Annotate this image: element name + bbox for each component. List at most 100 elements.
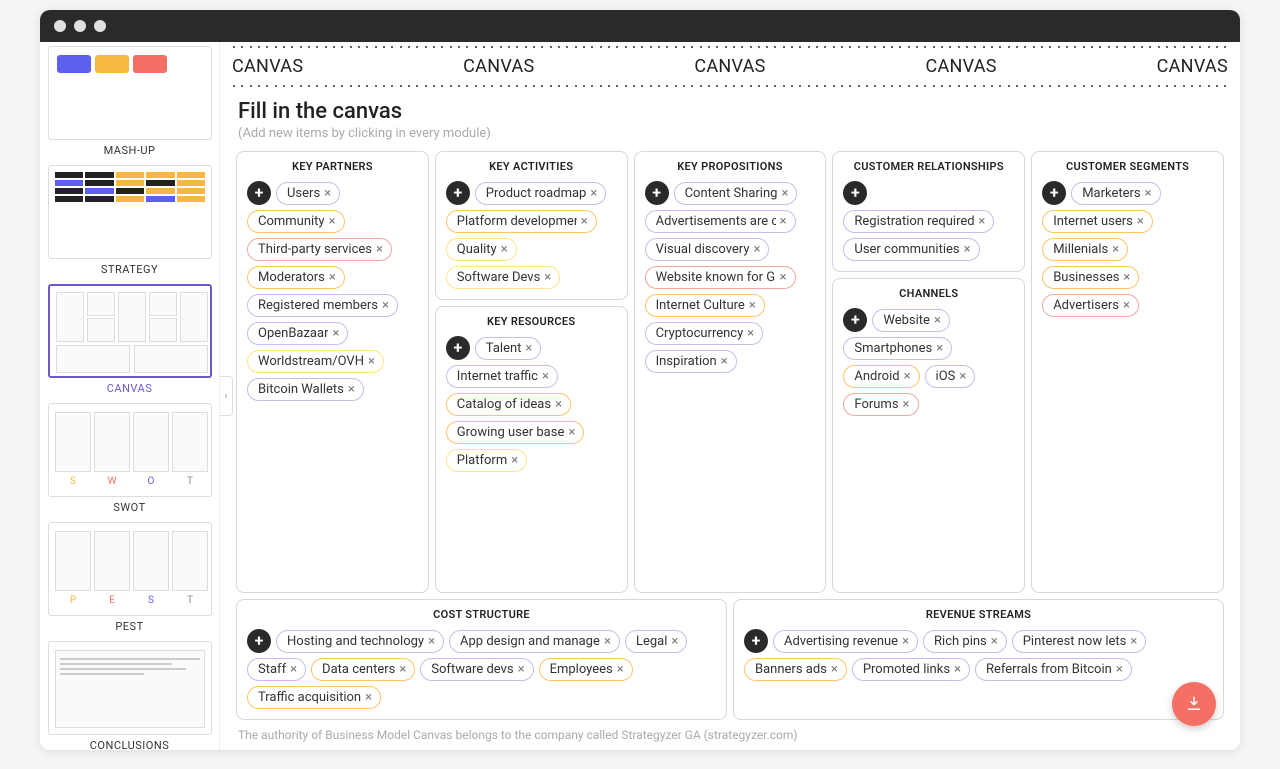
tag-item[interactable]: Advertisers× [1042, 294, 1139, 317]
tag-item[interactable]: Bitcoin Wallets× [247, 378, 364, 401]
tag-item[interactable]: Registration required× [843, 210, 994, 233]
tag-remove-icon[interactable]: × [368, 354, 375, 369]
sidebar-thumb-canvas[interactable]: CANVAS [48, 284, 211, 395]
tag-item[interactable]: Third-party services× [247, 238, 392, 261]
tag-item[interactable]: Cryptocurrency× [645, 322, 764, 345]
tag-remove-icon[interactable]: × [348, 382, 355, 397]
sidebar-thumb-mash-up[interactable]: MASH-UP [48, 46, 211, 157]
tag-remove-icon[interactable]: × [329, 270, 336, 285]
tag-item[interactable]: Platform× [446, 449, 527, 472]
canvas-tab[interactable]: CANVAS [1157, 56, 1228, 77]
tag-remove-icon[interactable]: × [964, 242, 971, 257]
tag-item[interactable]: Software Devs× [446, 266, 560, 289]
tag-item[interactable]: Promoted links× [852, 658, 970, 681]
tag-remove-icon[interactable]: × [501, 242, 508, 257]
tag-item[interactable]: Referrals from Bitcoin× [975, 658, 1132, 681]
module-cost-structure[interactable]: COST STRUCTURE+Hosting and technology×Ap… [236, 599, 727, 720]
tag-item[interactable]: Registered members× [247, 294, 398, 317]
tag-remove-icon[interactable]: × [902, 634, 909, 649]
tag-item[interactable]: Legal× [625, 630, 687, 653]
tag-item[interactable]: iOS× [925, 365, 976, 388]
canvas-tab[interactable]: CANVAS [925, 56, 996, 77]
module-revenue-streams[interactable]: REVENUE STREAMS+Advertising revenue×Rich… [733, 599, 1224, 720]
tag-remove-icon[interactable]: × [428, 634, 435, 649]
tag-remove-icon[interactable]: × [959, 369, 966, 384]
tag-remove-icon[interactable]: × [555, 397, 562, 412]
tag-item[interactable]: Growing user base× [446, 421, 585, 444]
tag-item[interactable]: Employees× [539, 658, 633, 681]
sidebar-thumb-pest[interactable]: PESTPEST [48, 522, 211, 633]
tag-remove-icon[interactable]: × [1112, 242, 1119, 257]
module-customer-segments[interactable]: CUSTOMER SEGMENTS+Marketers×Internet use… [1031, 151, 1224, 593]
tag-item[interactable]: Moderators× [247, 266, 345, 289]
tag-item[interactable]: Users× [276, 182, 340, 205]
tag-item[interactable]: Talent× [475, 337, 542, 360]
sidebar-thumb-strategy[interactable]: STRATEGY [48, 165, 211, 276]
tag-remove-icon[interactable]: × [747, 326, 754, 341]
add-item-button[interactable]: + [446, 336, 470, 360]
add-item-button[interactable]: + [247, 181, 271, 205]
tag-item[interactable]: Forums× [843, 393, 918, 416]
tag-item[interactable]: Hosting and technology× [276, 630, 444, 653]
tag-item[interactable]: Advertisements are clear× [645, 210, 796, 233]
tag-remove-icon[interactable]: × [324, 186, 331, 201]
tag-item[interactable]: Visual discovery× [645, 238, 770, 261]
download-button[interactable] [1172, 682, 1216, 726]
add-item-button[interactable]: + [1042, 181, 1066, 205]
tag-remove-icon[interactable]: × [831, 662, 838, 677]
window-control-close[interactable] [54, 20, 66, 32]
tag-remove-icon[interactable]: × [544, 270, 551, 285]
tag-item[interactable]: Content Sharing× [674, 182, 798, 205]
tag-remove-icon[interactable]: × [978, 214, 985, 229]
tag-remove-icon[interactable]: × [749, 298, 756, 313]
tag-item[interactable]: Software devs× [420, 658, 533, 681]
tag-item[interactable]: Internet Culture× [645, 294, 765, 317]
tag-remove-icon[interactable]: × [780, 214, 787, 229]
add-item-button[interactable]: + [744, 629, 768, 653]
tag-item[interactable]: Internet users× [1042, 210, 1153, 233]
tag-remove-icon[interactable]: × [332, 326, 339, 341]
add-item-button[interactable]: + [446, 181, 470, 205]
tag-item[interactable]: Traffic acquisition× [247, 686, 381, 709]
add-item-button[interactable]: + [843, 308, 867, 332]
tag-remove-icon[interactable]: × [721, 354, 728, 369]
canvas-tab[interactable]: CANVAS [232, 56, 303, 77]
tag-remove-icon[interactable]: × [568, 425, 575, 440]
window-control-min[interactable] [74, 20, 86, 32]
tag-remove-icon[interactable]: × [1123, 270, 1130, 285]
tag-remove-icon[interactable]: × [329, 214, 336, 229]
tag-item[interactable]: Platform development× [446, 210, 597, 233]
tag-item[interactable]: Staff× [247, 658, 306, 681]
tag-remove-icon[interactable]: × [954, 662, 961, 677]
tag-remove-icon[interactable]: × [399, 662, 406, 677]
tag-remove-icon[interactable]: × [590, 186, 597, 201]
module-channels[interactable]: CHANNELS+Website×Smartphones×Android×iOS… [832, 278, 1025, 593]
module-key-partners[interactable]: KEY PARTNERS+Users×Community×Third-party… [236, 151, 429, 593]
tag-remove-icon[interactable]: × [1137, 214, 1144, 229]
tag-item[interactable]: Worldstream/OVH× [247, 350, 384, 373]
tag-remove-icon[interactable]: × [376, 242, 383, 257]
tag-remove-icon[interactable]: × [581, 214, 588, 229]
add-item-button[interactable]: + [843, 181, 867, 205]
tag-remove-icon[interactable]: × [382, 298, 389, 313]
tag-remove-icon[interactable]: × [1116, 662, 1123, 677]
add-item-button[interactable]: + [645, 181, 669, 205]
tag-remove-icon[interactable]: × [511, 453, 518, 468]
tag-item[interactable]: User communities× [843, 238, 979, 261]
tag-remove-icon[interactable]: × [781, 186, 788, 201]
tag-remove-icon[interactable]: × [617, 662, 624, 677]
tag-item[interactable]: Rich pins× [923, 630, 1007, 653]
add-item-button[interactable]: + [247, 629, 271, 653]
tag-item[interactable]: Businesses× [1042, 266, 1139, 289]
tag-remove-icon[interactable]: × [1123, 298, 1130, 313]
tag-remove-icon[interactable]: × [525, 341, 532, 356]
tag-item[interactable]: Quality× [446, 238, 517, 261]
tag-remove-icon[interactable]: × [518, 662, 525, 677]
tag-item[interactable]: Website× [872, 309, 950, 332]
canvas-tab[interactable]: CANVAS [694, 56, 765, 77]
tag-remove-icon[interactable]: × [671, 634, 678, 649]
tag-remove-icon[interactable]: × [542, 369, 549, 384]
tag-item[interactable]: Android× [843, 365, 919, 388]
canvas-tab[interactable]: CANVAS [463, 56, 534, 77]
module-key-activities[interactable]: KEY ACTIVITIES+Product roadmap×Platform … [435, 151, 628, 300]
